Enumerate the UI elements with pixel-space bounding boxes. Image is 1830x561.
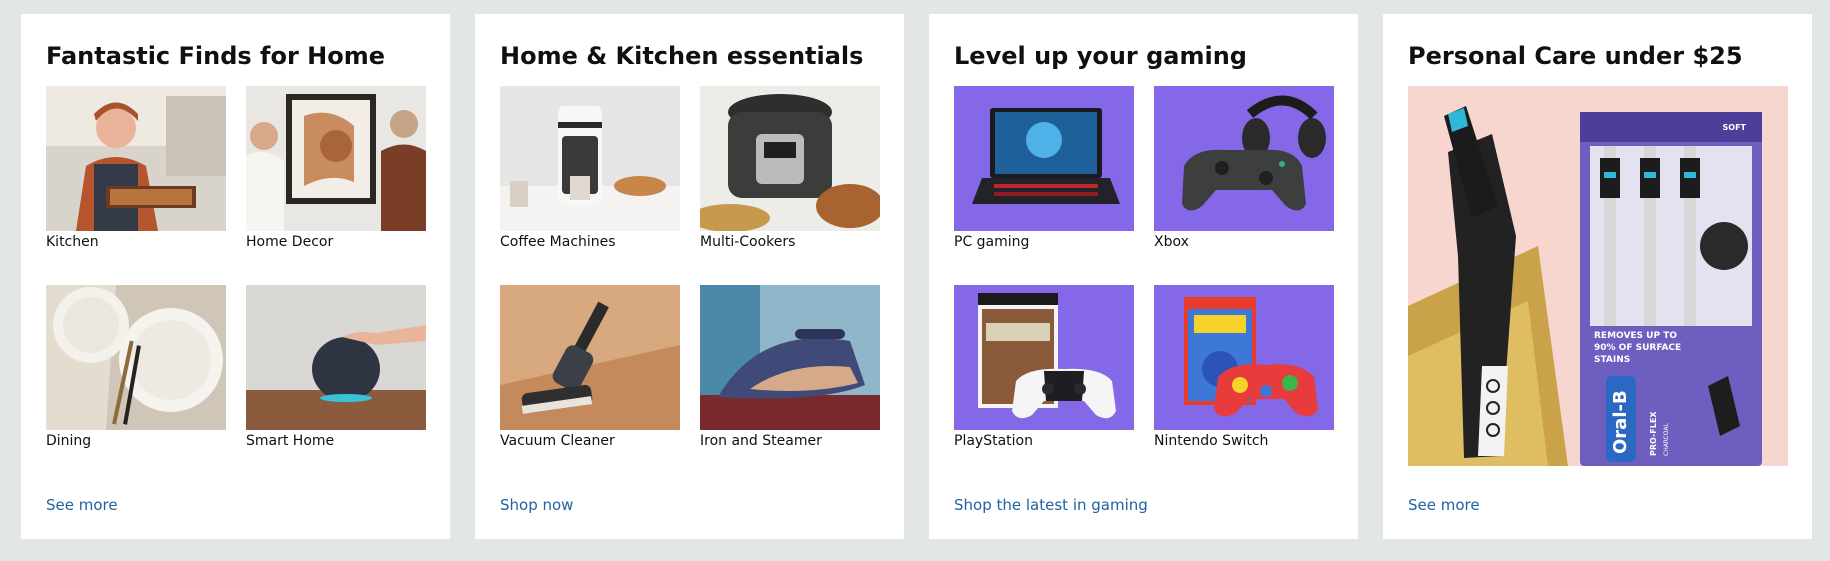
coffee-machine-image[interactable] (500, 86, 680, 231)
gaming-laptop-image[interactable] (954, 86, 1134, 231)
tile-nintendo-switch[interactable]: Nintendo Switch (1154, 285, 1334, 484)
tile-home-decor[interactable]: Home Decor (246, 86, 426, 285)
card-gaming: Level up your gaming PC gaming Xbox Play… (929, 14, 1358, 539)
playstation-controller-game-image[interactable] (954, 285, 1134, 430)
card-row: Fantastic Finds for Home Kitchen Home De… (21, 14, 1812, 539)
shop-now-link[interactable]: Shop now (500, 495, 573, 515)
card-fantastic-finds: Fantastic Finds for Home Kitchen Home De… (21, 14, 450, 539)
pack-stains-text: STAINS (1594, 355, 1630, 365)
shop-gaming-link[interactable]: Shop the latest in gaming (954, 495, 1148, 515)
card-grid: PC gaming Xbox PlayStation Nintendo Swit… (954, 86, 1334, 484)
card-grid: Coffee Machines Multi-Cookers Vacuum Cle… (500, 86, 880, 484)
tile-label: Multi-Cookers (700, 234, 796, 250)
tile-label: Home Decor (246, 234, 334, 250)
card-grid: Kitchen Home Decor Dining Smart Home (46, 86, 426, 484)
card-title: Level up your gaming (954, 42, 1247, 70)
card-title: Fantastic Finds for Home (46, 42, 386, 70)
tile-label: Xbox (1154, 234, 1189, 250)
tile-label: PlayStation (954, 433, 1033, 449)
card-home-kitchen: Home & Kitchen essentials Coffee Machine… (475, 14, 904, 539)
tile-label: PC gaming (954, 234, 1030, 250)
pack-line-text: PRO-FLEX (1649, 411, 1658, 456)
xbox-controller-headset-image[interactable] (1154, 86, 1334, 231)
pack-removes-text: REMOVES UP TO (1594, 331, 1677, 341)
home-decor-image[interactable] (246, 86, 426, 231)
card-personal-care: Personal Care under $25 SOFT REMOVES UP … (1383, 14, 1812, 539)
tile-playstation[interactable]: PlayStation (954, 285, 1134, 484)
tile-multi-cookers[interactable]: Multi-Cookers (700, 86, 880, 285)
vacuum-cleaner-image[interactable] (500, 285, 680, 430)
card-title: Personal Care under $25 (1408, 42, 1743, 70)
tile-xbox[interactable]: Xbox (1154, 86, 1334, 285)
multi-cooker-image[interactable] (700, 86, 880, 231)
tile-label: Iron and Steamer (700, 433, 822, 449)
pack-sub-text: CHARCOAL (1663, 422, 1670, 456)
tile-label: Nintendo Switch (1154, 433, 1269, 449)
tile-label: Smart Home (246, 433, 335, 449)
kitchen-image[interactable] (46, 86, 226, 231)
tile-dining[interactable]: Dining (46, 285, 226, 484)
pack-soft-text: SOFT (1723, 123, 1747, 132)
tile-coffee-machines[interactable]: Coffee Machines (500, 86, 680, 285)
tile-label: Coffee Machines (500, 234, 616, 250)
tile-iron-steamer[interactable]: Iron and Steamer (700, 285, 880, 484)
see-more-link[interactable]: See more (46, 495, 118, 515)
toothbrush-pack-image[interactable]: SOFT REMOVES UP TO 90% OF SURFACE STAINS… (1408, 86, 1788, 466)
card-title: Home & Kitchen essentials (500, 42, 864, 70)
tile-kitchen[interactable]: Kitchen (46, 86, 226, 285)
pack-brand-text: Oral-B (1610, 390, 1631, 454)
nintendo-controller-game-image[interactable] (1154, 285, 1334, 430)
iron-steamer-image[interactable] (700, 285, 880, 430)
tile-smart-home[interactable]: Smart Home (246, 285, 426, 484)
tile-vacuum-cleaner[interactable]: Vacuum Cleaner (500, 285, 680, 484)
tile-label: Dining (46, 433, 92, 449)
dining-image[interactable] (46, 285, 226, 430)
tile-pc-gaming[interactable]: PC gaming (954, 86, 1134, 285)
tile-label: Kitchen (46, 234, 99, 250)
pack-percent-text: 90% OF SURFACE (1594, 343, 1681, 353)
smart-home-image[interactable] (246, 285, 426, 430)
see-more-link[interactable]: See more (1408, 495, 1480, 515)
tile-label: Vacuum Cleaner (500, 433, 615, 449)
